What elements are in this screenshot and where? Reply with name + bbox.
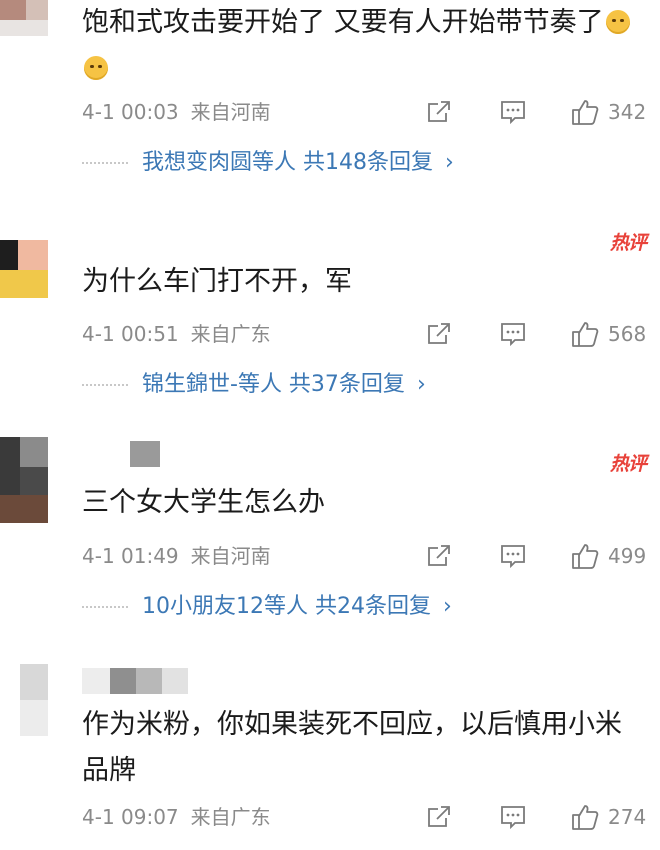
comment-text: 作为米粉，你如果装死不回应，以后慎用小米品牌 (82, 709, 622, 786)
like-count: 342 (608, 100, 647, 124)
like-count: 499 (608, 544, 647, 568)
divider (82, 384, 128, 386)
avatar[interactable] (0, 0, 48, 36)
dog-face-emoji-icon (84, 56, 108, 80)
like-count: 274 (608, 805, 647, 829)
avatar[interactable] (0, 226, 48, 298)
share-button[interactable] (426, 539, 452, 573)
share-icon (428, 545, 450, 566)
comment-meta: 4-1 00:51 来自广东 (82, 317, 271, 351)
like-button[interactable]: 274 (570, 800, 646, 834)
share-button[interactable] (426, 317, 452, 351)
comment-button[interactable] (499, 800, 527, 834)
view-replies-link[interactable]: 10小朋友12等人 共24条回复 › (82, 589, 452, 625)
hot-comment-badge: 热评 (609, 232, 647, 254)
comment-date: 4-1 01:49 (82, 544, 179, 568)
share-icon (428, 323, 450, 344)
divider (82, 606, 128, 608)
view-replies-link[interactable]: 我想变肉圆等人 共148条回复 › (82, 145, 454, 181)
share-icon (428, 101, 450, 122)
avatar[interactable] (0, 437, 48, 523)
like-icon (572, 544, 599, 569)
comment-button[interactable] (499, 539, 527, 573)
comment-location: 来自广东 (190, 322, 271, 346)
replies-summary: 10小朋友12等人 共24条回复 (142, 594, 431, 619)
comment-date: 4-1 00:51 (82, 322, 179, 346)
share-button[interactable] (426, 95, 452, 129)
comment-meta: 4-1 01:49 来自河南 (82, 539, 271, 573)
comment-location: 来自河南 (190, 544, 271, 568)
view-replies-link[interactable]: 锦生錦世-等人 共37条回复 › (82, 367, 426, 403)
comment-text: 三个女大学生怎么办 (82, 487, 325, 518)
replies-summary: 锦生錦世-等人 共37条回复 (142, 372, 405, 397)
like-button[interactable]: 568 (570, 317, 646, 351)
comment-date: 4-1 09:07 (82, 805, 179, 829)
chevron-right-icon: › (416, 372, 426, 397)
like-icon (572, 805, 599, 830)
comment-text: 为什么车门打不开，军 (82, 266, 352, 297)
dog-face-emoji-icon (605, 10, 630, 34)
comment-meta: 4-1 00:03 来自河南 (82, 95, 271, 129)
share-icon (428, 806, 450, 827)
comment-text: 饱和式攻击要开始了 又要有人开始带节奏了 (82, 0, 642, 92)
like-icon (572, 100, 599, 125)
comment-icon (501, 545, 525, 569)
like-button[interactable]: 499 (570, 539, 646, 573)
like-icon (572, 322, 599, 347)
like-count: 568 (608, 322, 647, 346)
comment-icon (501, 323, 525, 347)
divider (82, 162, 128, 164)
comment-location: 来自河南 (190, 100, 271, 124)
comment-location: 来自广东 (190, 805, 271, 829)
comment-meta: 4-1 09:07 来自广东 (82, 800, 271, 834)
hot-comment-badge: 热评 (609, 453, 647, 475)
chevron-right-icon: › (442, 594, 452, 619)
replies-summary: 我想变肉圆等人 共148条回复 (142, 150, 433, 175)
like-button[interactable]: 342 (570, 95, 646, 129)
comment-icon (501, 806, 525, 830)
comment-date: 4-1 00:03 (82, 100, 179, 124)
avatar[interactable] (0, 664, 48, 736)
share-button[interactable] (426, 800, 452, 834)
comment-button[interactable] (499, 95, 527, 129)
chevron-right-icon: › (445, 150, 454, 175)
comment-button[interactable] (499, 317, 527, 351)
comment-icon (501, 101, 525, 125)
